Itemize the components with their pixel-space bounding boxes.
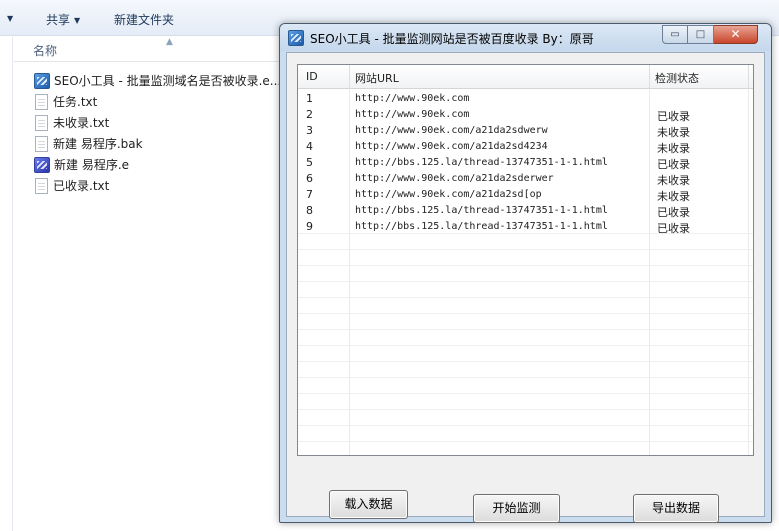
file-list-header[interactable]: ▲ 名称 xyxy=(14,37,282,62)
text-file-icon xyxy=(35,135,48,152)
grid-line xyxy=(298,345,753,346)
navigation-pane xyxy=(0,37,13,531)
table-row[interactable]: 5 http://bbs.125.la/thread-13747351-1-1.… xyxy=(298,154,753,171)
grid-line xyxy=(298,409,753,410)
column-header-status[interactable]: 检测状态 xyxy=(655,70,699,86)
file-item[interactable]: 新建 易程序.e xyxy=(34,154,281,175)
share-menu-button[interactable]: 共享 ▼ xyxy=(46,11,80,28)
column-header-url[interactable]: 网站URL xyxy=(355,70,399,86)
text-file-icon xyxy=(35,177,48,194)
grid-line xyxy=(298,361,753,362)
app-icon xyxy=(288,30,304,46)
file-name: 已收录.txt xyxy=(53,179,110,193)
row-id: 4 xyxy=(306,140,313,153)
row-id: 8 xyxy=(306,204,313,217)
file-item[interactable]: SEO小工具 - 批量监测域名是否被收录.e... xyxy=(34,70,281,91)
table-row[interactable]: 7 http://www.90ek.com/a21da2sd[op 未收录 xyxy=(298,186,753,203)
file-item[interactable]: 新建 易程序.bak xyxy=(34,133,281,154)
minimize-button[interactable]: ▭ xyxy=(662,25,688,44)
seo-tool-window: SEO小工具 - 批量监测网站是否被百度收录 By：原哥 ▭ □ ✕ ID 网站… xyxy=(279,23,772,523)
column-divider[interactable] xyxy=(748,65,749,89)
sort-ascending-icon: ▲ xyxy=(166,37,173,47)
row-id: 5 xyxy=(306,156,313,169)
file-name: 新建 易程序.bak xyxy=(53,137,143,151)
row-status: 已收录 xyxy=(657,222,690,235)
new-folder-button[interactable]: 新建文件夹 xyxy=(114,11,174,28)
file-item[interactable]: 未收录.txt xyxy=(34,112,281,133)
export-data-button[interactable]: 导出数据 xyxy=(633,494,719,523)
grid-line xyxy=(298,393,753,394)
file-name: 未收录.txt xyxy=(53,116,110,130)
list-rows: 1 http://www.90ek.com 2 http://www.90ek.… xyxy=(298,90,753,235)
row-url: http://www.90ek.com/a21da2sd[op xyxy=(355,189,542,200)
text-file-icon xyxy=(35,93,48,110)
title-bar[interactable]: SEO小工具 - 批量监测网站是否被百度收录 By：原哥 ▭ □ ✕ xyxy=(280,24,771,51)
grid-line xyxy=(298,377,753,378)
file-name: 新建 易程序.e xyxy=(54,158,130,172)
column-divider[interactable] xyxy=(649,65,650,89)
column-header-id[interactable]: ID xyxy=(306,70,318,83)
row-url: http://www.90ek.com/a21da2sd4234 xyxy=(355,141,548,152)
table-row[interactable]: 8 http://bbs.125.la/thread-13747351-1-1.… xyxy=(298,202,753,219)
grid-line xyxy=(298,265,753,266)
row-id: 2 xyxy=(306,108,313,121)
column-name-header[interactable]: 名称 xyxy=(33,42,57,59)
row-url: http://www.90ek.com/a21da2sderwer xyxy=(355,173,554,184)
grid-line xyxy=(298,281,753,282)
grid-line xyxy=(298,425,753,426)
row-id: 6 xyxy=(306,172,313,185)
table-row[interactable]: 6 http://www.90ek.com/a21da2sderwer 未收录 xyxy=(298,170,753,187)
window-controls: ▭ □ ✕ xyxy=(662,25,758,44)
chevron-down-icon: ▼ xyxy=(74,16,81,25)
window-title: SEO小工具 - 批量监测网站是否被百度收录 By：原哥 xyxy=(310,32,594,46)
close-button[interactable]: ✕ xyxy=(714,25,758,44)
file-item[interactable]: 任务.txt xyxy=(34,91,281,112)
table-row[interactable]: 9 http://bbs.125.la/thread-13747351-1-1.… xyxy=(298,218,753,235)
row-url: http://bbs.125.la/thread-13747351-1-1.ht… xyxy=(355,157,608,168)
window-client-area: ID 网站URL 检测状态 1 http://www.90ek.com 2 ht… xyxy=(286,52,765,523)
app-icon xyxy=(34,72,50,89)
row-id: 7 xyxy=(306,188,313,201)
column-divider[interactable] xyxy=(349,65,350,89)
start-monitor-button[interactable]: 开始监测 xyxy=(473,494,560,523)
row-url: http://bbs.125.la/thread-13747351-1-1.ht… xyxy=(355,205,608,216)
chevron-down-icon[interactable]: ▼ xyxy=(3,11,13,25)
url-list-view[interactable]: ID 网站URL 检测状态 1 http://www.90ek.com 2 ht… xyxy=(297,64,754,456)
table-row[interactable]: 3 http://www.90ek.com/a21da2sdwerw 未收录 xyxy=(298,122,753,139)
file-name: SEO小工具 - 批量监测域名是否被收录.e... xyxy=(54,74,282,88)
table-row[interactable]: 2 http://www.90ek.com 已收录 xyxy=(298,106,753,123)
table-row[interactable]: 4 http://www.90ek.com/a21da2sd4234 未收录 xyxy=(298,138,753,155)
text-file-icon xyxy=(35,114,48,131)
row-url: http://www.90ek.com/a21da2sdwerw xyxy=(355,125,548,136)
grid-line xyxy=(298,329,753,330)
row-url: http://www.90ek.com xyxy=(355,109,470,120)
e-source-icon xyxy=(34,156,50,173)
row-id: 1 xyxy=(306,92,313,105)
row-id: 9 xyxy=(306,220,313,233)
maximize-button[interactable]: □ xyxy=(688,25,714,44)
share-label: 共享 xyxy=(46,13,71,27)
file-name: 任务.txt xyxy=(53,95,98,109)
table-row[interactable]: 1 http://www.90ek.com xyxy=(298,90,753,106)
grid-line xyxy=(298,297,753,298)
load-data-button[interactable]: 载入数据 xyxy=(329,490,408,519)
row-url: http://www.90ek.com xyxy=(355,93,470,104)
row-url: http://bbs.125.la/thread-13747351-1-1.ht… xyxy=(355,221,608,232)
list-header: ID 网站URL 检测状态 xyxy=(298,65,753,89)
grid-line xyxy=(298,249,753,250)
grid-line xyxy=(298,441,753,442)
row-id: 3 xyxy=(306,124,313,137)
file-item[interactable]: 已收录.txt xyxy=(34,175,281,196)
grid-line xyxy=(298,313,753,314)
file-list: SEO小工具 - 批量监测域名是否被收录.e... 任务.txt 未收录.txt… xyxy=(34,70,281,196)
